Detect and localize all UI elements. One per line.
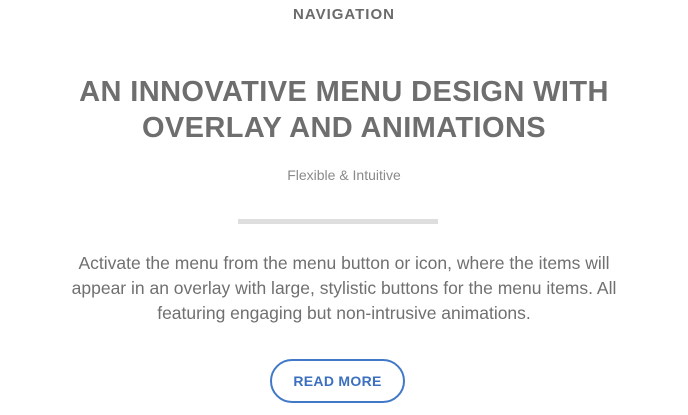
section-subtitle: Flexible & Intuitive [287,167,401,183]
feature-section: NAVIGATION AN INNOVATIVE MENU DESIGN WIT… [0,0,688,415]
section-title: AN INNOVATIVE MENU DESIGN WITH OVERLAY A… [79,76,609,144]
section-divider [238,219,438,224]
section-eyebrow: NAVIGATION [293,6,395,23]
section-description: Activate the menu from the menu button o… [71,253,617,323]
read-more-button[interactable]: READ MORE [270,359,405,403]
